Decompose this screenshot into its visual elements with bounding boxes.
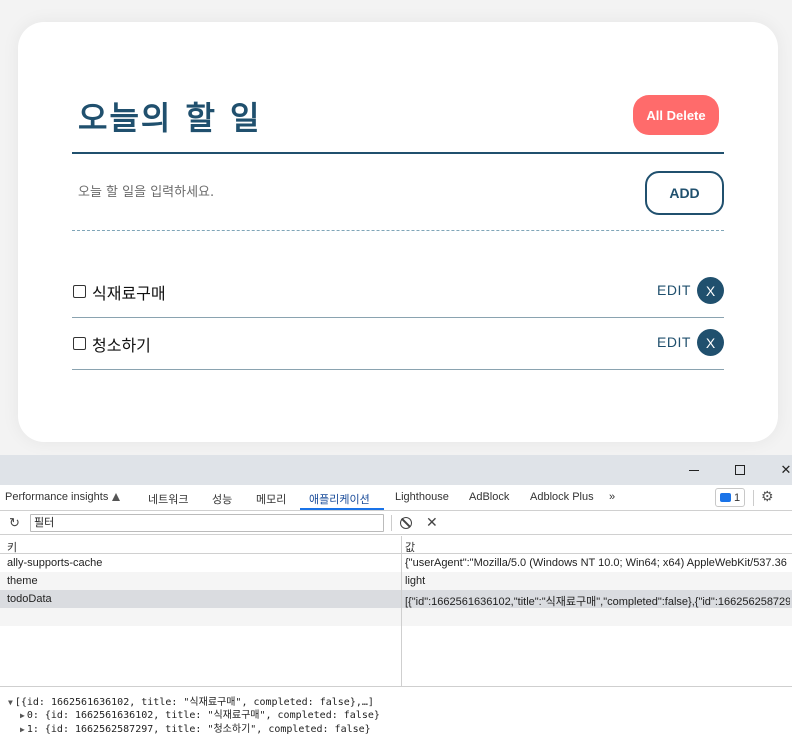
expand-right-icon: ▶ [20,725,25,734]
table-header: 키 값 [0,536,792,554]
preview-text: 1: {id: 1662562587297, title: "청소하기", co… [26,724,371,735]
clear-all-icon[interactable] [400,517,412,529]
refresh-icon[interactable]: ↻ [9,515,20,531]
devtools-titlebar: ✕ [0,455,792,485]
tab-performance-insights[interactable]: Performance insights [5,491,121,503]
todo-item: 청소하기 EDIT X [72,318,724,370]
value-preview: ▼ [{id: 1662561636102, title: "식재료구매", co… [0,687,792,752]
devtools-tabbar: Performance insights 네트워크 성능 메모리 애플리케이션 … [0,485,792,511]
gear-icon[interactable]: ⚙ [761,488,774,505]
toolbar-separator [391,515,392,531]
preview-item[interactable]: ▶ 1: {id: 1662562587297, title: "청소하기", c… [20,720,371,735]
delete-selected-icon[interactable]: ✕ [426,514,438,531]
tabbar-separator [753,490,754,506]
page-title: 오늘의 할 일 [78,99,262,137]
todo-title: 식재료구매 [92,284,166,303]
table-row-empty [0,608,792,626]
all-delete-button[interactable]: All Delete [633,95,719,135]
table-row[interactable]: theme light [0,572,792,590]
tab-label: Performance insights [5,491,109,503]
storage-table: 키 값 ally-supports-cache {"userAgent":"Mo… [0,536,792,686]
row-key: theme [7,575,38,587]
edit-button[interactable]: EDIT [657,334,691,350]
tab-adblock-plus[interactable]: Adblock Plus [530,491,594,503]
row-value: light [405,575,426,587]
row-value: {"userAgent":"Mozilla/5.0 (Windows NT 10… [405,557,790,569]
row-key: ally-supports-cache [7,557,103,569]
edit-button[interactable]: EDIT [657,282,691,298]
row-key: todoData [7,593,52,605]
todo-card [18,22,778,442]
column-header-value[interactable]: 값 [405,539,415,555]
tab-performance[interactable]: 성능 [212,491,232,507]
tab-adblock[interactable]: AdBlock [469,491,509,503]
tab-memory[interactable]: 메모리 [256,491,286,507]
maximize-icon [735,465,745,475]
maximize-button[interactable] [728,459,752,481]
title-divider [72,152,724,154]
issues-count: 1 [733,491,741,504]
issues-badge[interactable]: 1 [715,488,745,507]
tab-application[interactable]: 애플리케이션 [309,491,370,507]
todo-title: 청소하기 [92,336,151,355]
close-window-button[interactable]: ✕ [774,459,792,481]
row-value: [{"id":1662561636102,"title":"식재료구매","co… [405,596,790,608]
todo-checkbox[interactable] [73,285,86,298]
table-row[interactable]: ally-supports-cache {"userAgent":"Mozill… [0,554,792,572]
table-row-selected[interactable]: todoData [{"id":1662561636102,"title":"식… [0,590,792,608]
minimize-icon [689,469,699,471]
tab-lighthouse[interactable]: Lighthouse [395,491,449,503]
add-button[interactable]: ADD [645,171,724,215]
todo-checkbox[interactable] [73,337,86,350]
input-divider [72,230,724,231]
expand-right-icon: ▶ [20,711,25,720]
todo-input[interactable] [78,178,618,206]
delete-button[interactable]: X [697,277,724,304]
active-tab-indicator [300,508,384,510]
more-tabs-button[interactable]: » [609,491,615,503]
delete-button[interactable]: X [697,329,724,356]
preview-item[interactable]: ▶ 0: {id: 1662561636102, title: "식재료구매", … [20,706,380,721]
tab-network[interactable]: 네트워크 [148,491,188,507]
close-icon: ✕ [780,462,792,477]
filter-input[interactable] [30,514,384,532]
minimize-button[interactable] [682,459,706,481]
message-icon [719,493,731,502]
column-divider[interactable] [401,536,402,686]
storage-toolbar: ↻ ✕ [0,512,792,535]
todo-item: 식재료구매 EDIT X [72,266,724,318]
flask-icon [112,493,121,501]
expand-down-icon: ▼ [8,698,13,707]
column-header-key[interactable]: 키 [7,539,17,555]
devtools-panel: ✕ Performance insights 네트워크 성능 메모리 애플리케이… [0,455,792,752]
